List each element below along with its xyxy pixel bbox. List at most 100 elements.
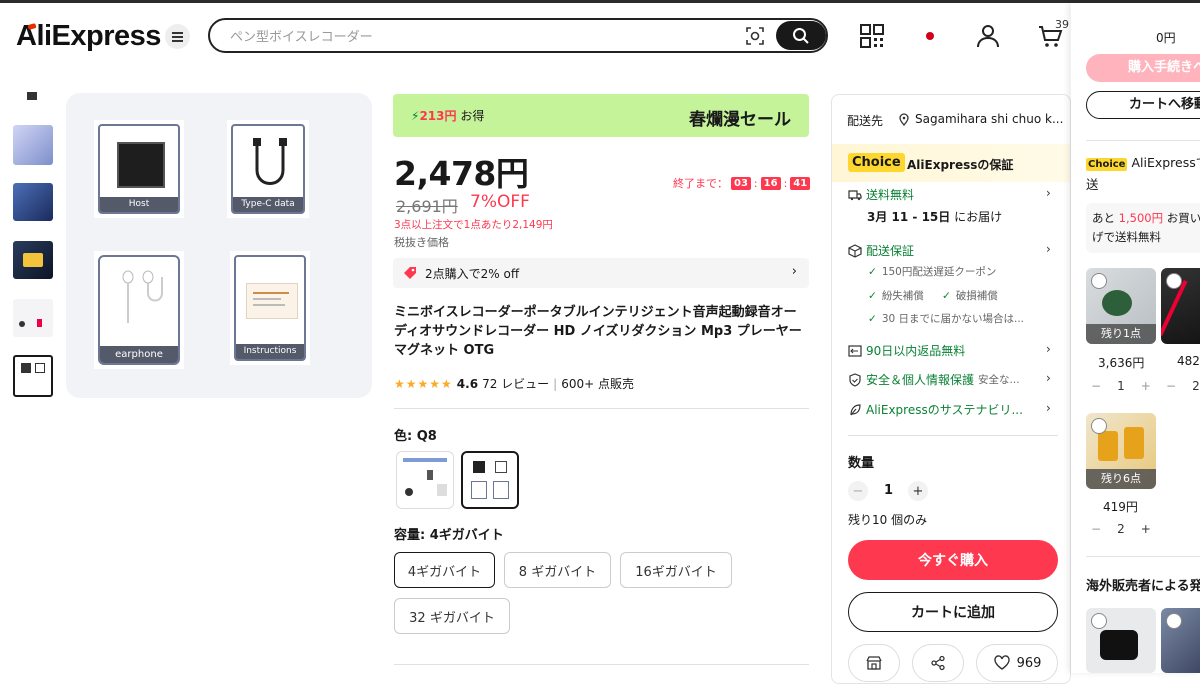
thumbnail-1[interactable] xyxy=(13,86,53,106)
item-select-checkbox[interactable] xyxy=(1091,273,1107,289)
thumbnail-2[interactable] xyxy=(13,125,53,165)
checkout-button[interactable]: 購入手続きへ xyxy=(1086,54,1200,82)
quantity-value[interactable]: 1 xyxy=(884,483,893,498)
quantity-decrease-button[interactable]: − xyxy=(1091,379,1101,393)
sustainability-row[interactable]: AliExpressのサステナビリ... xyxy=(848,401,1023,418)
color-swatch-1[interactable] xyxy=(396,451,454,509)
item-quantity: 1 xyxy=(1117,379,1125,393)
search-icon xyxy=(793,27,809,44)
rating-row[interactable]: ★★★★★ 4.6 72 レビュー | 600+ 点販売 xyxy=(394,375,634,392)
free-returns-row[interactable]: 90日以内返品無料 xyxy=(848,342,965,359)
image-card-host: Host xyxy=(94,120,184,218)
item-quantity: 2 xyxy=(1192,379,1200,393)
free-shipping-threshold: あと 1,500円 お買い げで送料無料 xyxy=(1086,203,1200,253)
image-card-instructions: Instructions xyxy=(230,251,310,365)
buy-now-button[interactable]: 今すぐ購入 xyxy=(848,540,1058,580)
item-select-checkbox[interactable] xyxy=(1166,273,1182,289)
delivery-date: 3月 11 - 15日 xyxy=(867,210,951,224)
guarantee-label: 配送保証 xyxy=(866,244,915,258)
recommended-item-2[interactable] xyxy=(1161,608,1200,673)
free-shipping-row[interactable]: 送料無料 xyxy=(848,186,914,203)
stock-remaining: 残り10 個のみ xyxy=(848,513,928,527)
store-button[interactable] xyxy=(848,644,900,682)
location-pin-icon xyxy=(899,113,909,126)
main-product-image[interactable]: Host Type-C data cable earphone xyxy=(66,93,372,398)
thumbnail-3[interactable] xyxy=(13,183,53,221)
delivery-guarantee-row[interactable]: 配送保証 xyxy=(848,242,914,259)
add-to-cart-button[interactable]: カートに追加 xyxy=(848,592,1058,632)
guarantee-item-text: 紛失補償 xyxy=(881,290,924,302)
cart-item-3[interactable]: 残り6点 xyxy=(1086,413,1156,489)
qr-code-icon[interactable] xyxy=(858,22,886,50)
account-icon[interactable] xyxy=(974,22,1002,50)
item-thumbnail xyxy=(1102,290,1132,316)
divider xyxy=(848,435,1058,436)
item-select-checkbox[interactable] xyxy=(1166,613,1182,629)
quantity-increase-button[interactable]: + xyxy=(1141,522,1151,536)
discount-percent: 7%OFF xyxy=(470,192,530,212)
quantity-increase-button[interactable]: + xyxy=(908,481,928,501)
item-quantity-control[interactable]: − 2 xyxy=(1166,379,1200,393)
go-to-cart-button[interactable]: カートへ移動 xyxy=(1086,91,1200,119)
quantity-decrease-button[interactable]: − xyxy=(1166,379,1176,393)
item-quantity-control[interactable]: − 2 + xyxy=(1091,522,1151,536)
wishlist-count: 969 xyxy=(1016,655,1042,671)
chevron-right-icon[interactable]: › xyxy=(1046,371,1051,385)
earphone-shape xyxy=(122,270,163,323)
truck-icon xyxy=(848,189,862,200)
capacity-option-16gb[interactable]: 16ギガバイト xyxy=(620,552,732,588)
menu-button[interactable] xyxy=(165,24,190,49)
countdown-seconds: 41 xyxy=(790,176,811,190)
item-select-checkbox[interactable] xyxy=(1091,418,1107,434)
aliexpress-logo[interactable]: AliExpress xyxy=(16,20,161,53)
hamburger-icon xyxy=(172,35,183,38)
countdown-label: 終了まで： xyxy=(673,177,728,190)
capacity-label: 容量: 4ギガバイト xyxy=(394,528,504,543)
sale-countdown: 終了まで： 03: 16: 41 xyxy=(673,175,811,191)
safety-row[interactable]: 安全＆個人情報保護 安全な... xyxy=(848,371,1020,388)
window-top-border xyxy=(0,0,1200,3)
capacity-option-8gb[interactable]: 8 ギガバイト xyxy=(504,552,611,588)
review-count[interactable]: 72 レビュー xyxy=(482,375,549,392)
delivery-estimate: 3月 11 - 15日 にお届け xyxy=(867,208,1002,225)
coupon-label: 2点購入で2% off xyxy=(425,267,520,281)
rating-value: 4.6 xyxy=(456,376,479,391)
item-select-checkbox[interactable] xyxy=(1091,613,1107,629)
search-button[interactable] xyxy=(776,21,826,50)
thumbnail-6-selected[interactable] xyxy=(13,355,53,397)
chevron-right-icon[interactable]: › xyxy=(1046,401,1051,415)
share-button[interactable] xyxy=(912,644,964,682)
bundle-coupon[interactable]: 2点購入で2% off › xyxy=(393,258,809,288)
wishlist-button[interactable]: 969 xyxy=(976,644,1058,682)
thumbnail-5[interactable] xyxy=(13,299,53,337)
image-card-earphone: earphone xyxy=(94,251,184,369)
ship-address[interactable]: Sagamihara shi chuo k... xyxy=(915,112,1065,126)
quantity-increase-button[interactable]: + xyxy=(1141,379,1151,393)
capacity-option-32gb[interactable]: 32 ギガバイト xyxy=(394,598,510,634)
item-quantity-control[interactable]: − 1 + xyxy=(1091,379,1151,393)
image-caption: earphone xyxy=(100,346,178,363)
chevron-right-icon[interactable]: › xyxy=(1046,342,1051,356)
image-search-icon[interactable] xyxy=(745,26,765,46)
chevron-right-icon[interactable]: › xyxy=(1046,186,1051,200)
color-swatch-q8-selected[interactable] xyxy=(461,451,519,509)
color-label: 色: Q8 xyxy=(394,429,437,444)
capacity-option-4gb[interactable]: 4ギガバイト xyxy=(394,552,495,588)
recommended-item-1[interactable] xyxy=(1086,608,1156,673)
quantity-decrease-button[interactable]: − xyxy=(1091,522,1101,536)
separator: | xyxy=(553,376,558,391)
cart-item-2[interactable] xyxy=(1161,268,1200,344)
search-bar xyxy=(208,18,828,53)
chevron-right-icon[interactable]: › xyxy=(1046,242,1051,256)
search-input[interactable] xyxy=(230,26,730,46)
guarantee-item-text: 破損補償 xyxy=(955,290,998,302)
divider xyxy=(394,408,809,409)
promo-banner[interactable]: ⚡213円 お得 春爛漫セール xyxy=(393,94,809,137)
shield-icon xyxy=(849,372,861,387)
japan-flag-icon[interactable] xyxy=(916,22,944,50)
quantity-decrease-button[interactable]: − xyxy=(848,481,868,501)
thumbnail-4[interactable] xyxy=(13,241,53,279)
divider xyxy=(1086,140,1200,141)
cart-item-1[interactable]: 残り1点 xyxy=(1086,268,1156,344)
free-prefix: あと xyxy=(1092,211,1119,225)
